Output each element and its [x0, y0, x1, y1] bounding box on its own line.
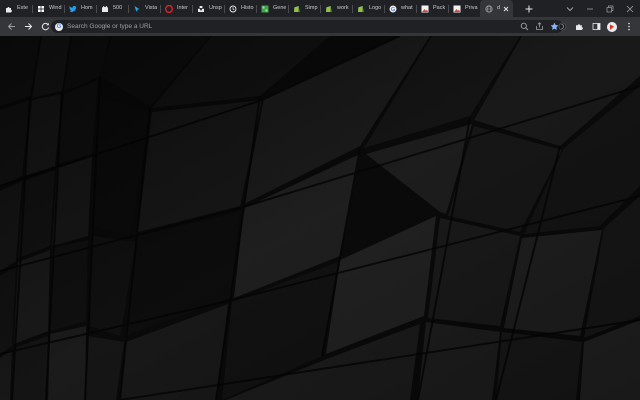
tab-active[interactable]: d	[480, 0, 513, 17]
history-icon	[229, 5, 237, 13]
minimize-icon	[587, 8, 593, 9]
tab-strip: Exte Wind Hom 500 Vista Inter Unsp Histo…	[0, 0, 640, 17]
shopify-icon	[293, 5, 301, 13]
new-tab-button[interactable]	[522, 2, 536, 16]
twitter-icon	[69, 5, 77, 13]
image-icon	[453, 5, 461, 13]
sidebar-icon[interactable]	[590, 21, 602, 33]
tab-extensions[interactable]: Exte	[0, 0, 32, 17]
window-controls	[560, 0, 640, 17]
tab-label: Gene	[273, 5, 287, 11]
close-window-button[interactable]	[620, 0, 640, 17]
tab-windows[interactable]: Wind	[32, 0, 64, 17]
reload-button[interactable]	[39, 21, 51, 33]
shopify-icon	[325, 5, 333, 13]
opera-icon	[165, 4, 173, 13]
avatar[interactable]	[607, 21, 617, 32]
tab-label: Pack	[433, 5, 446, 11]
toolbar-actions	[556, 17, 640, 36]
tab-shopify-logo[interactable]: Logo	[352, 0, 384, 17]
puzzle-icon[interactable]	[573, 21, 585, 33]
tab-label: what	[401, 5, 413, 11]
toolbar: G	[0, 17, 640, 36]
image-icon	[421, 5, 429, 13]
tab-twitter-home[interactable]: Hom	[64, 0, 96, 17]
shopify-icon	[357, 5, 365, 13]
puzzle-icon	[5, 5, 13, 13]
tab-label: Simp	[305, 5, 318, 11]
restore-button[interactable]	[600, 0, 620, 17]
tab-github-500[interactable]: 500	[96, 0, 128, 17]
svg-text:G: G	[391, 7, 395, 13]
address-bar-actions	[514, 20, 559, 33]
google-icon: G	[55, 22, 63, 31]
arrow-right-icon	[24, 23, 32, 30]
close-tab-icon[interactable]	[501, 4, 510, 13]
restore-icon	[606, 5, 614, 12]
plus-icon	[525, 5, 533, 12]
globe-icon	[485, 4, 493, 13]
cursor-icon	[133, 5, 141, 13]
share-icon[interactable]	[534, 22, 544, 32]
tab-label: work	[337, 5, 349, 11]
menu-icon[interactable]	[623, 21, 635, 33]
tab-label: Histo	[241, 5, 254, 11]
unsplash-icon	[197, 5, 205, 13]
tab-google-what[interactable]: G what	[384, 0, 416, 17]
chevron-down-icon	[566, 6, 574, 11]
tab-label: 500	[113, 5, 123, 11]
tab-list: Exte Wind Hom 500 Vista Inter Unsp Histo…	[0, 0, 513, 17]
tab-label: Hom	[81, 5, 93, 11]
tab-label: Logo	[369, 5, 382, 11]
address-input[interactable]	[67, 21, 487, 32]
tab-unsplash[interactable]: Unsp	[192, 0, 224, 17]
tab-shopify-work[interactable]: work	[320, 0, 352, 17]
zoom-icon[interactable]	[519, 22, 529, 32]
new-tab-page	[0, 36, 640, 400]
address-bar[interactable]: G	[51, 20, 563, 33]
tab-label: Unsp	[209, 5, 222, 11]
tab-label: Priva	[465, 5, 478, 11]
tab-privacy[interactable]: Priva	[448, 0, 480, 17]
google-icon: G	[389, 5, 397, 13]
tab-label: Vista	[145, 5, 158, 11]
reload-icon	[41, 22, 49, 31]
forward-button[interactable]	[22, 21, 34, 33]
tab-label: Wind	[49, 5, 62, 11]
tab-history[interactable]: Histo	[224, 0, 256, 17]
arrow-left-icon	[7, 23, 15, 30]
extension-icon[interactable]	[556, 21, 568, 33]
tab-pack[interactable]: Pack	[416, 0, 448, 17]
tab-label: Inter	[177, 5, 189, 11]
windows-icon	[37, 5, 45, 13]
profile-icon	[607, 21, 617, 32]
tab-search-button[interactable]	[560, 0, 580, 17]
browser-window: Exte Wind Hom 500 Vista Inter Unsp Histo…	[0, 0, 640, 400]
background-wallpaper	[0, 36, 640, 400]
back-button[interactable]	[5, 21, 17, 33]
tab-shopify-simple[interactable]: Simp	[288, 0, 320, 17]
tab-internet[interactable]: Inter	[160, 0, 192, 17]
minimize-button[interactable]	[580, 0, 600, 17]
tab-label: Exte	[17, 5, 29, 11]
tab-label: d	[497, 5, 501, 11]
generator-icon	[261, 5, 269, 13]
tab-vista[interactable]: Vista	[128, 0, 160, 17]
close-icon	[626, 5, 634, 12]
github-icon	[101, 5, 109, 13]
tab-generator[interactable]: Gene	[256, 0, 288, 17]
